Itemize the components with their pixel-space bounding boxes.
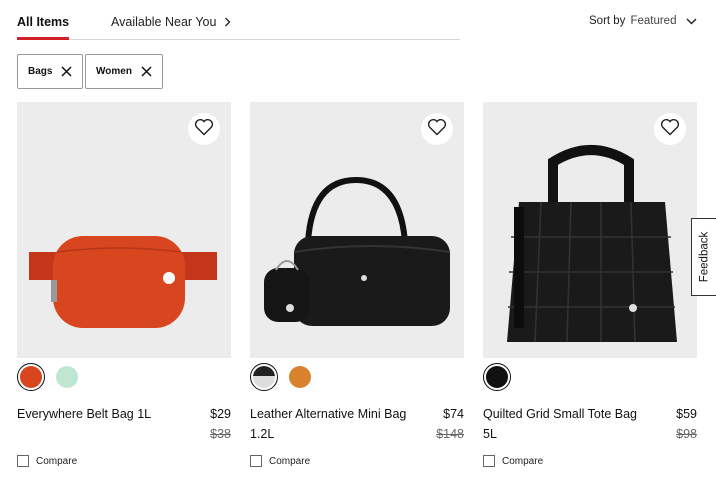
color-swatches xyxy=(17,363,81,391)
checkbox[interactable] xyxy=(17,455,29,467)
product-image[interactable] xyxy=(250,102,464,358)
sort-value: Featured xyxy=(630,15,677,27)
tab-available-near-you[interactable]: Available Near You xyxy=(111,15,231,29)
compare-label: Compare xyxy=(36,455,78,467)
swatch-black-white[interactable] xyxy=(250,363,278,391)
product-name[interactable]: Quilted Grid Small Tote Bag 5L xyxy=(483,404,643,444)
compare-checkbox[interactable]: Compare xyxy=(483,455,543,467)
swatch-red[interactable] xyxy=(17,363,45,391)
original-price: $38 xyxy=(210,427,231,441)
heart-icon xyxy=(660,118,680,141)
product-price: $74 $148 xyxy=(436,404,464,444)
close-icon[interactable] xyxy=(61,66,72,77)
filter-chip-bags[interactable]: Bags xyxy=(17,54,84,89)
tab-all-items[interactable]: All Items xyxy=(17,15,69,29)
tabs-divider xyxy=(17,39,460,40)
filter-chip-label: Bags xyxy=(28,66,53,77)
chevron-right-icon xyxy=(224,17,231,27)
swatch-mint[interactable] xyxy=(53,363,81,391)
product-name[interactable]: Everywhere Belt Bag 1L xyxy=(17,404,177,424)
filter-chip-women[interactable]: Women xyxy=(85,54,163,89)
compare-label: Compare xyxy=(269,455,311,467)
product-card: Everywhere Belt Bag 1L $29 $38 Compare xyxy=(17,102,231,467)
sort-dropdown[interactable]: Sort by Featured xyxy=(589,15,697,27)
feedback-label: Feedback xyxy=(698,231,711,283)
swatch-orange[interactable] xyxy=(286,363,314,391)
sale-price: $59 xyxy=(676,407,697,421)
original-price: $148 xyxy=(436,427,464,441)
view-tabs: All Items Available Near You xyxy=(17,0,460,40)
tab-available-near-you-label: Available Near You xyxy=(111,15,217,29)
compare-label: Compare xyxy=(502,455,544,467)
product-card: Quilted Grid Small Tote Bag 5L $59 $98 C… xyxy=(483,102,697,467)
sale-price: $74 xyxy=(443,407,464,421)
sort-label: Sort by xyxy=(589,15,626,27)
chevron-down-icon xyxy=(686,18,697,25)
product-name[interactable]: Leather Alternative Mini Bag 1.2L xyxy=(250,404,410,444)
heart-icon xyxy=(194,118,214,141)
close-icon[interactable] xyxy=(141,66,152,77)
active-tab-indicator xyxy=(17,37,69,40)
feedback-tab[interactable]: Feedback xyxy=(691,218,716,296)
color-swatches xyxy=(250,363,314,391)
wishlist-button[interactable] xyxy=(421,113,453,145)
compare-checkbox[interactable]: Compare xyxy=(250,455,310,467)
checkbox[interactable] xyxy=(483,455,495,467)
compare-checkbox[interactable]: Compare xyxy=(17,455,77,467)
product-image[interactable] xyxy=(17,102,231,358)
swatch-black[interactable] xyxy=(483,363,511,391)
sale-price: $29 xyxy=(210,407,231,421)
filter-chip-label: Women xyxy=(96,66,132,77)
wishlist-button[interactable] xyxy=(188,113,220,145)
wishlist-button[interactable] xyxy=(654,113,686,145)
heart-icon xyxy=(427,118,447,141)
original-price: $98 xyxy=(676,427,697,441)
color-swatches xyxy=(483,363,511,391)
product-image[interactable] xyxy=(483,102,697,358)
product-price: $29 $38 xyxy=(210,404,231,444)
product-card: Leather Alternative Mini Bag 1.2L $74 $1… xyxy=(250,102,464,467)
product-price: $59 $98 xyxy=(676,404,697,444)
checkbox[interactable] xyxy=(250,455,262,467)
